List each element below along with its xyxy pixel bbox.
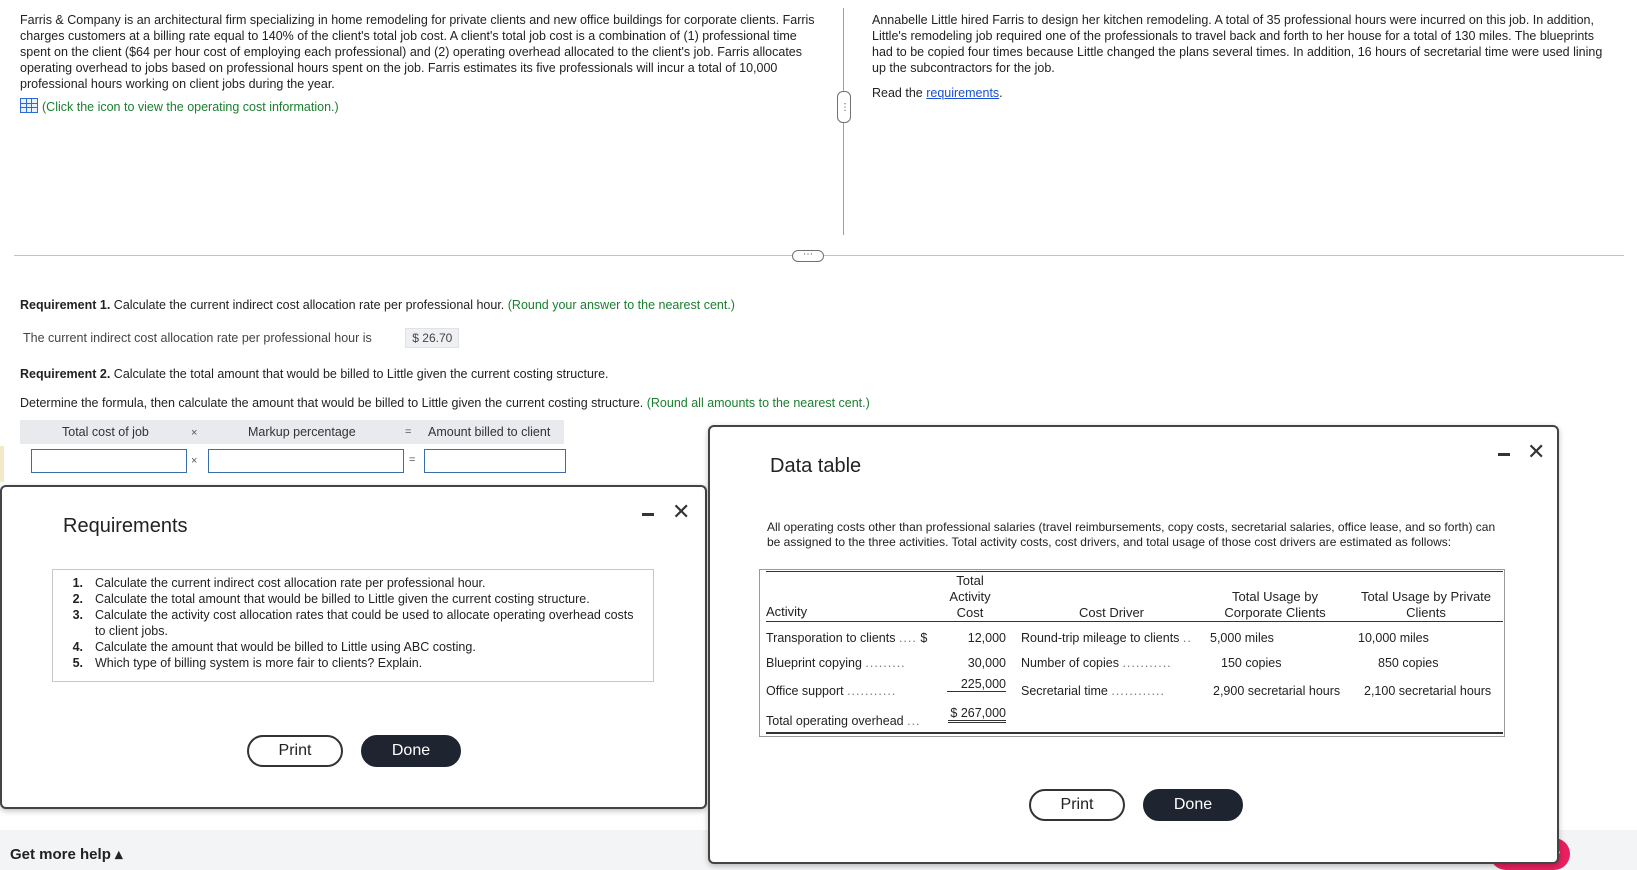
row-office-support-cost: 225,000: [946, 677, 1006, 692]
row-blueprint-corporate: 150 copies: [1221, 656, 1282, 670]
row-office-support-private: 2,100 secretarial hours: [1364, 684, 1492, 698]
minimize-icon[interactable]: [1498, 453, 1510, 456]
total-operating-overhead-label: Total operating overhead ...: [766, 714, 921, 728]
requirements-print-button[interactable]: Print: [247, 735, 343, 767]
row-transportation-activity: Transporation to clients .... $: [766, 631, 928, 645]
requirement-1-heading: Requirement 1. Calculate the current ind…: [20, 298, 735, 312]
amount-billed-header: Amount billed to client: [428, 425, 551, 439]
vertical-splitter-handle[interactable]: ⋯: [837, 91, 851, 123]
operating-cost-link[interactable]: (Click the icon to view the operating co…: [42, 100, 339, 114]
get-more-help-link[interactable]: Get more help ▴: [10, 845, 123, 863]
requirement-2-instruction: Determine the formula, then calculate th…: [20, 396, 870, 410]
row-office-support-corporate: 2,900 secretarial hours: [1213, 684, 1341, 698]
requirements-link[interactable]: requirements: [926, 86, 999, 100]
requirements-list: 1. Calculate the current indirect cost al…: [53, 570, 653, 671]
multiply-sign: ×: [191, 455, 198, 467]
row-office-support-activity: Office support ...........: [766, 684, 897, 698]
equals-sign: =: [409, 454, 416, 466]
requirement-item: 4. Calculate the amount that would be bil…: [72, 640, 476, 654]
row-transportation-driver: Round-trip mileage to clients ..: [1021, 631, 1192, 645]
requirement-item: 2. Calculate the total amount that would …: [72, 592, 590, 606]
requirements-dialog-title: Requirements: [63, 515, 188, 537]
row-blueprint-cost: 30,000: [967, 656, 1006, 670]
data-table-done-button[interactable]: Done: [1143, 789, 1243, 821]
row-transportation-cost: 12,000: [967, 631, 1006, 645]
requirement-2-heading: Requirement 2. Calculate the total amoun…: [20, 367, 609, 381]
total-cost-header: Total cost of job: [62, 425, 149, 439]
requirements-done-button[interactable]: Done: [361, 735, 461, 767]
requirement-item: 5. Which type of billing system is more f…: [72, 656, 423, 670]
data-table-print-button[interactable]: Print: [1029, 789, 1125, 821]
row-transportation-corporate: 5,000 miles: [1210, 631, 1274, 645]
header-activity: Activity: [766, 604, 808, 619]
multiply-sign-header: ×: [191, 427, 198, 439]
row-transportation-private: 10,000 miles: [1358, 631, 1429, 645]
header-private-usage: Total Usage by Private Clients: [1360, 589, 1492, 620]
operating-cost-table: Activity Total Activity Cost Cost Driver…: [759, 569, 1505, 737]
requirement-item: 3. Calculate the activity cost allocation…: [72, 608, 634, 638]
markup-input[interactable]: [208, 449, 404, 473]
header-total-activity-cost: Total Activity Cost: [949, 573, 991, 620]
markup-header: Markup percentage: [248, 425, 356, 439]
rate-answer-field[interactable]: $ 26.70: [405, 328, 460, 348]
horizontal-splitter-handle[interactable]: ⋯: [792, 250, 824, 262]
equals-sign-header: =: [405, 426, 412, 438]
amount-billed-input[interactable]: [424, 449, 566, 473]
row-office-support-driver: Secretarial time ............: [1021, 684, 1166, 698]
problem-right: Annabelle Little hired Farris to design …: [872, 12, 1617, 101]
header-corporate-usage: Total Usage by Corporate Clients: [1224, 589, 1326, 620]
data-table-icon[interactable]: [20, 98, 38, 113]
minimize-icon[interactable]: [642, 513, 654, 516]
problem-right-paragraph: Annabelle Little hired Farris to design …: [872, 13, 1603, 75]
row-blueprint-driver: Number of copies ...........: [1021, 656, 1172, 670]
problem-left: Farris & Company is an architectural fir…: [20, 12, 820, 115]
close-icon[interactable]: ✕: [672, 501, 690, 523]
requirements-list-box: 1. Calculate the current indirect cost al…: [52, 569, 654, 682]
total-operating-overhead-value: $ 267,000: [948, 706, 1006, 723]
answer-prompt: The current indirect cost allocation rat…: [23, 331, 372, 345]
requirement-item: 1. Calculate the current indirect cost al…: [72, 576, 486, 590]
header-cost-driver: Cost Driver: [1079, 605, 1145, 620]
data-table-description: All operating costs other than professio…: [767, 520, 1496, 549]
problem-left-paragraph: Farris & Company is an architectural fir…: [20, 13, 815, 91]
row-blueprint-activity: Blueprint copying .........: [766, 656, 906, 670]
requirement-1-answer-row: The current indirect cost allocation rat…: [23, 328, 460, 348]
row-blueprint-private: 850 copies: [1378, 656, 1439, 670]
close-icon[interactable]: ✕: [1527, 441, 1545, 463]
total-cost-input[interactable]: [31, 449, 187, 473]
data-table-title: Data table: [770, 455, 862, 477]
